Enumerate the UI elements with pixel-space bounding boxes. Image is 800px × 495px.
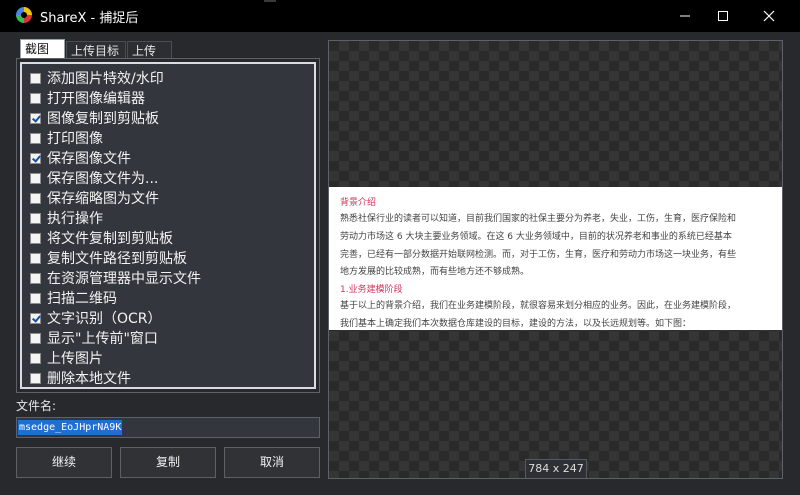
task-item[interactable]: 执行操作 <box>30 208 103 228</box>
task-checkbox[interactable] <box>30 332 41 344</box>
capture-text-line: 地方发展的比较成熟，而有些地方还不够成熟。 <box>340 267 530 277</box>
task-checkbox[interactable] <box>30 152 41 164</box>
capture-heading: 背景介绍 <box>340 198 377 208</box>
task-label: 扫描二维码 <box>47 291 117 307</box>
image-dimensions-label: 784 x 247 <box>525 459 587 478</box>
task-label: 上传图片 <box>47 351 103 367</box>
tab-after-capture[interactable]: 截图后 <box>20 39 65 74</box>
close-icon <box>763 10 775 22</box>
task-label: 将文件复制到剪贴板 <box>47 231 173 247</box>
captured-image: 背景介绍熟悉社保行业的读者可以知道，目前我们国家的社保主要分为养老，失业，工伤，… <box>329 187 782 330</box>
task-label: 打印图像 <box>47 131 103 147</box>
task-label: 在资源管理器中显示文件 <box>47 271 201 287</box>
continue-button[interactable]: 继续 <box>16 447 112 478</box>
task-checkbox[interactable] <box>30 252 41 264</box>
task-checklist: 添加图片特效/水印 打开图像编辑器 图像复制到剪贴板 打印图像保存图像文件保存图像文件… <box>20 62 316 389</box>
maximize-button[interactable] <box>700 0 746 32</box>
task-label: 图像复制到剪贴板 <box>47 111 159 127</box>
task-label: 显示"上传前"窗口 <box>47 331 158 347</box>
task-checkbox[interactable] <box>30 272 41 284</box>
task-item[interactable]: 上传图片 <box>30 348 103 368</box>
task-checkbox[interactable] <box>30 92 41 104</box>
task-label: 添加图片特效/水印 <box>47 71 164 87</box>
minimize-icon <box>680 15 690 17</box>
window-title: ShareX - 捕捉后 <box>40 11 139 26</box>
filename-selected-text: msedge_EoJHprNA9K <box>18 420 123 435</box>
task-label: 执行操作 <box>47 211 103 227</box>
task-item[interactable]: 图像复制到剪贴板 <box>30 108 159 128</box>
task-checkbox[interactable] <box>30 232 41 244</box>
tab-upload-target[interactable]: 上传目标 <box>66 41 126 59</box>
capture-text-line: 劳动力市场这 6 大块主要业务领域。在这 6 大业务领域中，目前的状况养老和事业… <box>340 232 732 242</box>
task-label: 保存图像文件 <box>47 151 131 167</box>
filename-input[interactable]: msedge_EoJHprNA9K <box>16 417 320 438</box>
task-item[interactable]: 保存图像文件为... <box>30 168 158 188</box>
task-label: 保存图像文件为... <box>47 171 159 187</box>
image-preview: 背景介绍熟悉社保行业的读者可以知道，目前我们国家的社保主要分为养老，失业，工伤，… <box>328 40 783 479</box>
task-item[interactable]: 保存缩略图为文件 <box>30 188 159 208</box>
task-item[interactable]: 显示"上传前"窗口 <box>30 328 158 348</box>
task-checkbox[interactable] <box>30 372 41 384</box>
task-checkbox[interactable] <box>30 172 41 184</box>
task-item[interactable]: 复制文件路径到剪贴板 <box>30 248 187 268</box>
task-label: 文字识别（OCR） <box>47 311 162 327</box>
capture-heading: 1.业务建模阶段 <box>340 285 403 295</box>
task-checkbox[interactable] <box>30 112 41 124</box>
task-label: 保存缩略图为文件 <box>47 191 159 207</box>
tab-panel: 添加图片特效/水印 打开图像编辑器 图像复制到剪贴板 打印图像保存图像文件保存图像文件… <box>16 58 320 393</box>
task-checkbox[interactable] <box>30 72 41 84</box>
task-item[interactable]: 扫描二维码 <box>30 288 117 308</box>
task-label: 打开图像编辑器 <box>47 91 145 107</box>
task-item[interactable]: 删除本地文件 <box>30 368 131 388</box>
task-item[interactable]: 保存图像文件 <box>30 148 131 168</box>
task-item[interactable]: 打开图像编辑器 <box>30 88 145 108</box>
close-button[interactable] <box>746 0 792 32</box>
task-checkbox[interactable] <box>30 132 41 144</box>
capture-text-line: 熟悉社保行业的读者可以知道，目前我们国家的社保主要分为养老，失业，工伤，生育，医… <box>340 214 737 224</box>
task-item[interactable]: 将文件复制到剪贴板 <box>30 228 173 248</box>
task-label: 复制文件路径到剪贴板 <box>47 251 187 267</box>
sharex-logo-icon <box>16 7 32 23</box>
title-bar: ShareX - 捕捉后 <box>0 0 800 32</box>
task-checkbox[interactable] <box>30 192 41 204</box>
task-label: 删除本地文件 <box>47 371 131 387</box>
tab-after-upload[interactable]: 上传后 <box>127 41 172 76</box>
capture-text-line: 基于以上的背景介绍，我们在业务建模阶段，就很容易来划分相应的业务。因此，在业务建… <box>340 301 737 311</box>
task-checkbox[interactable] <box>30 292 41 304</box>
task-item[interactable]: 添加图片特效/水印 <box>30 68 164 88</box>
copy-button[interactable]: 复制 <box>120 447 216 478</box>
task-item[interactable]: 文字识别（OCR） <box>30 308 162 328</box>
title-divider <box>264 0 276 2</box>
filename-label: 文件名: <box>16 399 57 413</box>
task-item[interactable]: 打印图像 <box>30 128 103 148</box>
maximize-icon <box>718 11 728 21</box>
task-checkbox[interactable] <box>30 352 41 364</box>
task-checkbox[interactable] <box>30 312 41 324</box>
capture-text-line: 完善，已经有一部分数据开始联网检测。而，对于工伤，生育，医疗和劳动力市场这一块业… <box>340 250 737 260</box>
capture-text-line: 我们基本上确定我们本次数据仓库建设的目标，建设的方法，以及长远规划等。如下图： <box>340 319 692 329</box>
cancel-button[interactable]: 取消 <box>224 447 320 478</box>
task-checkbox[interactable] <box>30 212 41 224</box>
task-item[interactable]: 在资源管理器中显示文件 <box>30 268 201 288</box>
